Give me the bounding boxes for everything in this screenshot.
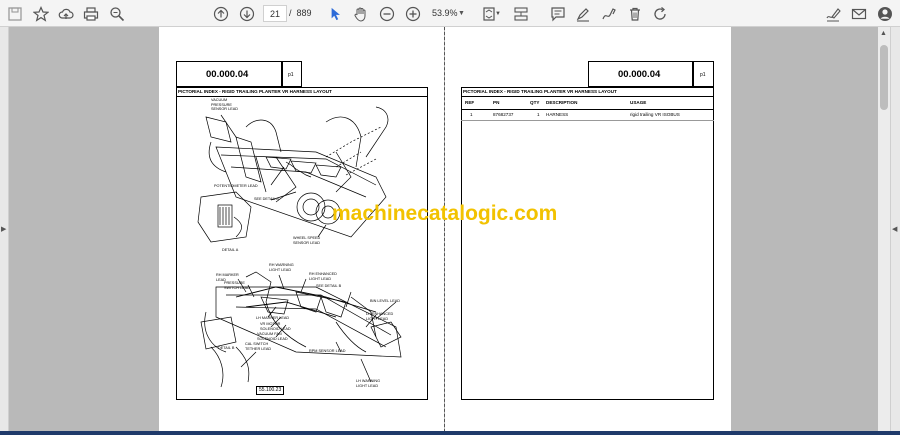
vacuum-fan-solenoid-lead-label: VACUUM FAN SOLENOID LEAD (257, 332, 288, 341)
delete-icon[interactable] (625, 4, 645, 24)
right-page-code: 00.000.04 (618, 69, 661, 80)
save-icon[interactable] (5, 4, 25, 24)
detail-a-label: DETAIL A (222, 248, 239, 252)
account-icon[interactable] (875, 4, 895, 24)
page-divider (444, 27, 445, 432)
lh-warning-light-lead-label: LH WARNING LIGHT LEAD (356, 379, 381, 388)
harness-layout-diagram (197, 106, 402, 388)
column-header-usage: USAGE (630, 100, 647, 105)
lh-marker-lead-label: LH MARKER LEAD (256, 316, 290, 320)
highlight-pen-icon[interactable] (573, 4, 593, 24)
page-down-icon[interactable] (237, 4, 257, 24)
chevron-right-icon[interactable]: ▶ (1, 225, 6, 233)
rotate-icon[interactable] (650, 4, 670, 24)
scroll-mode-icon[interactable] (511, 4, 531, 24)
star-icon[interactable] (31, 4, 51, 24)
left-page-title: PICTORIAL INDEX - RIGID TRAILING PLANTER… (178, 89, 332, 94)
column-header-description: DESCRIPTION (546, 100, 578, 105)
taskbar-edge (0, 431, 900, 435)
see-detail-b-label: SEE DETAIL B (316, 284, 342, 288)
pressure-switch-lead-label: PRESSURE SWITCH LEAD (224, 281, 250, 290)
watermark-text: machinecatalogic.com (332, 202, 558, 225)
rh-enhanced-light-lead-label: RH ENHANCED LIGHT LEAD (309, 272, 337, 281)
right-page-marker: p1 (700, 72, 706, 78)
chevron-down-icon[interactable]: ▼ (458, 6, 465, 21)
vr-motor-solenoid-lead-label: VR MOTOR SOLENOID LEAD (260, 322, 291, 331)
column-header-ref: REF (465, 100, 475, 105)
detail-b-label: DETAIL B (218, 346, 235, 350)
draw-icon[interactable] (599, 4, 619, 24)
potentiometer-lead-label: POTENTIOMETER LEAD (214, 184, 258, 188)
right-title-rule (461, 96, 714, 97)
right-page-title: PICTORIAL INDEX - RIGID TRAILING PLANTER… (463, 89, 617, 94)
zoom-out-icon[interactable] (377, 4, 397, 24)
vacuum-pressure-sensor-lead-label: VACUUM PRESSURE SENSOR LEAD (211, 98, 239, 112)
left-page-code: 00.000.04 (206, 69, 249, 80)
comment-icon[interactable] (548, 4, 568, 24)
chevron-down-icon[interactable]: ▼ (494, 4, 502, 24)
table-cell-description: HARNESS (546, 112, 569, 117)
edit-sign-icon[interactable] (823, 4, 843, 24)
left-page-marker: p1 (288, 72, 294, 78)
table-cell-usage: rigid trailing VR ISOBUS (630, 112, 680, 117)
select-cursor-icon[interactable] (326, 4, 346, 24)
cal-switch-tether-lead-label: CAL SWITCH TETHER LEAD (245, 342, 272, 351)
wheel-speed-sensor-lead-label: WHEEL SPEED SENSOR LEAD (293, 236, 321, 245)
email-icon[interactable] (849, 4, 869, 24)
chevron-left-icon[interactable]: ◀ (892, 225, 897, 233)
hand-pan-icon[interactable] (351, 4, 371, 24)
rpm-sensor-lead-label: RPM SENSOR LEAD (309, 349, 346, 353)
page-count: / 889 (289, 8, 312, 18)
bin-level-lead-label: BIN LEVEL LEAD (370, 299, 401, 303)
table-cell-pn: 87682737 (493, 112, 514, 117)
page-up-icon[interactable] (211, 4, 231, 24)
zoom-level[interactable]: 53.9% (432, 6, 458, 21)
column-header-qty: QTY (530, 100, 540, 105)
figure-reference: 55.100.23 (256, 386, 285, 395)
zoom-in-icon[interactable] (403, 4, 423, 24)
lh-enhanced-light-lead-label: LH ENHANCED LIGHT LEAD (366, 312, 394, 321)
table-cell-ref: 1 (470, 112, 473, 117)
table-header-rule (461, 109, 714, 110)
print-icon[interactable] (81, 4, 101, 24)
scroll-up-icon[interactable]: ▲ (880, 30, 887, 37)
table-cell-qty: 1 (537, 112, 540, 117)
zoom-search-icon[interactable] (107, 4, 127, 24)
column-header-pn: PN (493, 100, 500, 105)
pdf-toolbar: 21 / 889 53.9% ▼ ▼ (0, 0, 900, 27)
page-number-input[interactable]: 21 (263, 5, 287, 22)
see-detail-a-label: SEE DETAIL A (254, 197, 279, 201)
rh-warning-light-lead-label: RH WARNING LIGHT LEAD (269, 263, 294, 272)
table-row-rule (461, 120, 714, 121)
parts-table-frame (461, 87, 714, 400)
upload-cloud-icon[interactable] (56, 4, 76, 24)
scrollbar-thumb[interactable] (880, 45, 888, 110)
